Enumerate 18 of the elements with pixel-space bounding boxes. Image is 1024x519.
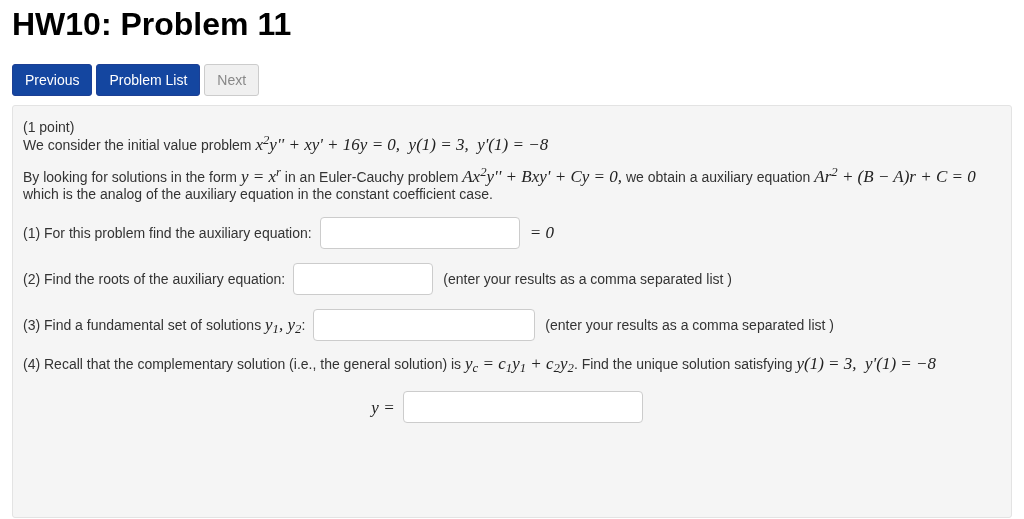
question-text: (4) Recall that the complementary solution (i.e., the general solution) is y$_{c}$ = c$_{1}$y$_{1}$ + c$_{2}$y$_{2}$. Find the unique solution satisfying y(1) = 3, y'(1) = −8 [23, 355, 937, 373]
question-text: (2) Find the roots of the auxiliary equation: [23, 270, 286, 288]
page-title: HW10: Problem 11 [12, 8, 293, 40]
nav-button[interactable]: Previous [12, 64, 93, 96]
question-text: (1) For this problem find the auxiliary equation: [23, 224, 312, 242]
hint-text: (enter your results as a comma separated list ) [443, 270, 732, 288]
explanation-text: By looking for solutions in the form y = x$^{r}$ in an Euler-Cauchy problem Ax$^{2}$y'' + Bxy' + Cy = 0, we obtain a auxiliary equation Ar$^{2}$ + (B − A)r + C = 0 which is the analog of the auxiliary equation in the constant coefficient case. [23, 168, 977, 203]
equation-text: = 0 [529, 224, 554, 242]
question-text: (3) Find a fundamental set of solutions y$_{1}$, y$_{2}$: [23, 316, 306, 334]
answer-field[interactable] [313, 309, 536, 341]
answer-field[interactable] [402, 391, 643, 423]
problem-statement: We consider the initial value problem x$^{2}$y'' + xy' + 16y = 0, y(1) = 3, y'(1) = −8 [23, 136, 550, 154]
answer-field[interactable] [293, 263, 434, 295]
points-label: (1 point) [23, 119, 76, 136]
answer-field[interactable] [319, 217, 520, 249]
hint-text: (enter your results as a comma separated list ) [545, 316, 834, 334]
nav-button[interactable]: Problem List [96, 64, 201, 96]
answer-label: y = [371, 398, 395, 416]
